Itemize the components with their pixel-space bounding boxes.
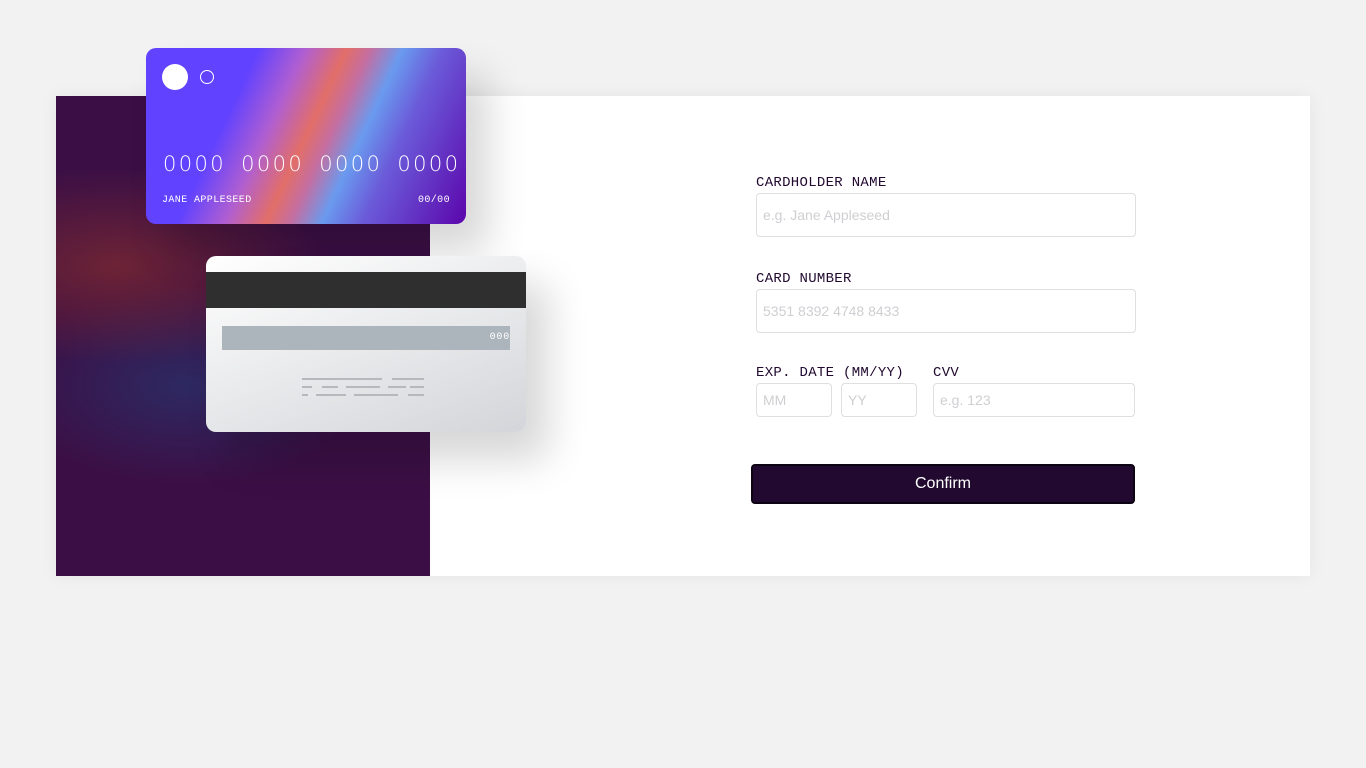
magnetic-stripe bbox=[206, 272, 526, 308]
expiry-month-input[interactable] bbox=[756, 383, 832, 417]
card-number-input[interactable] bbox=[756, 289, 1136, 333]
confirm-button[interactable]: Confirm bbox=[751, 464, 1135, 504]
expiry-year-input[interactable] bbox=[841, 383, 917, 417]
signature-strip bbox=[222, 326, 510, 350]
decorative-line bbox=[302, 378, 382, 380]
cardholder-name-label: CARDHOLDER NAME bbox=[756, 175, 887, 191]
decorative-line bbox=[322, 386, 338, 388]
decorative-line bbox=[302, 394, 308, 396]
decorative-line bbox=[392, 378, 424, 380]
decorative-line bbox=[410, 386, 424, 388]
cardholder-name-input[interactable] bbox=[756, 193, 1136, 237]
card-logo-outline-circle-icon bbox=[200, 70, 214, 84]
cvv-input[interactable] bbox=[933, 383, 1135, 417]
decorative-line bbox=[388, 386, 406, 388]
card-logo-filled-circle-icon bbox=[162, 64, 188, 90]
expiry-date-label: EXP. DATE (MM/YY) bbox=[756, 365, 904, 381]
card-expiry-display: 00/00 bbox=[417, 195, 450, 206]
decorative-line bbox=[346, 386, 380, 388]
cvv-label: CVV bbox=[933, 365, 960, 381]
decorative-line bbox=[316, 394, 346, 396]
card-number-label: CARD NUMBER bbox=[756, 271, 852, 287]
decorative-line bbox=[354, 394, 398, 396]
cardholder-name-display: JANE APPLESEED bbox=[162, 195, 252, 206]
card-number-display: 0000 0000 0000 0000 bbox=[163, 152, 461, 176]
card-front-preview: 0000 0000 0000 0000 JANE APPLESEED 00/00 bbox=[146, 48, 466, 224]
decorative-line bbox=[408, 394, 424, 396]
card-back-preview: 000 bbox=[206, 256, 526, 432]
card-cvv-display: 000 bbox=[489, 332, 510, 343]
decorative-line bbox=[302, 386, 312, 388]
